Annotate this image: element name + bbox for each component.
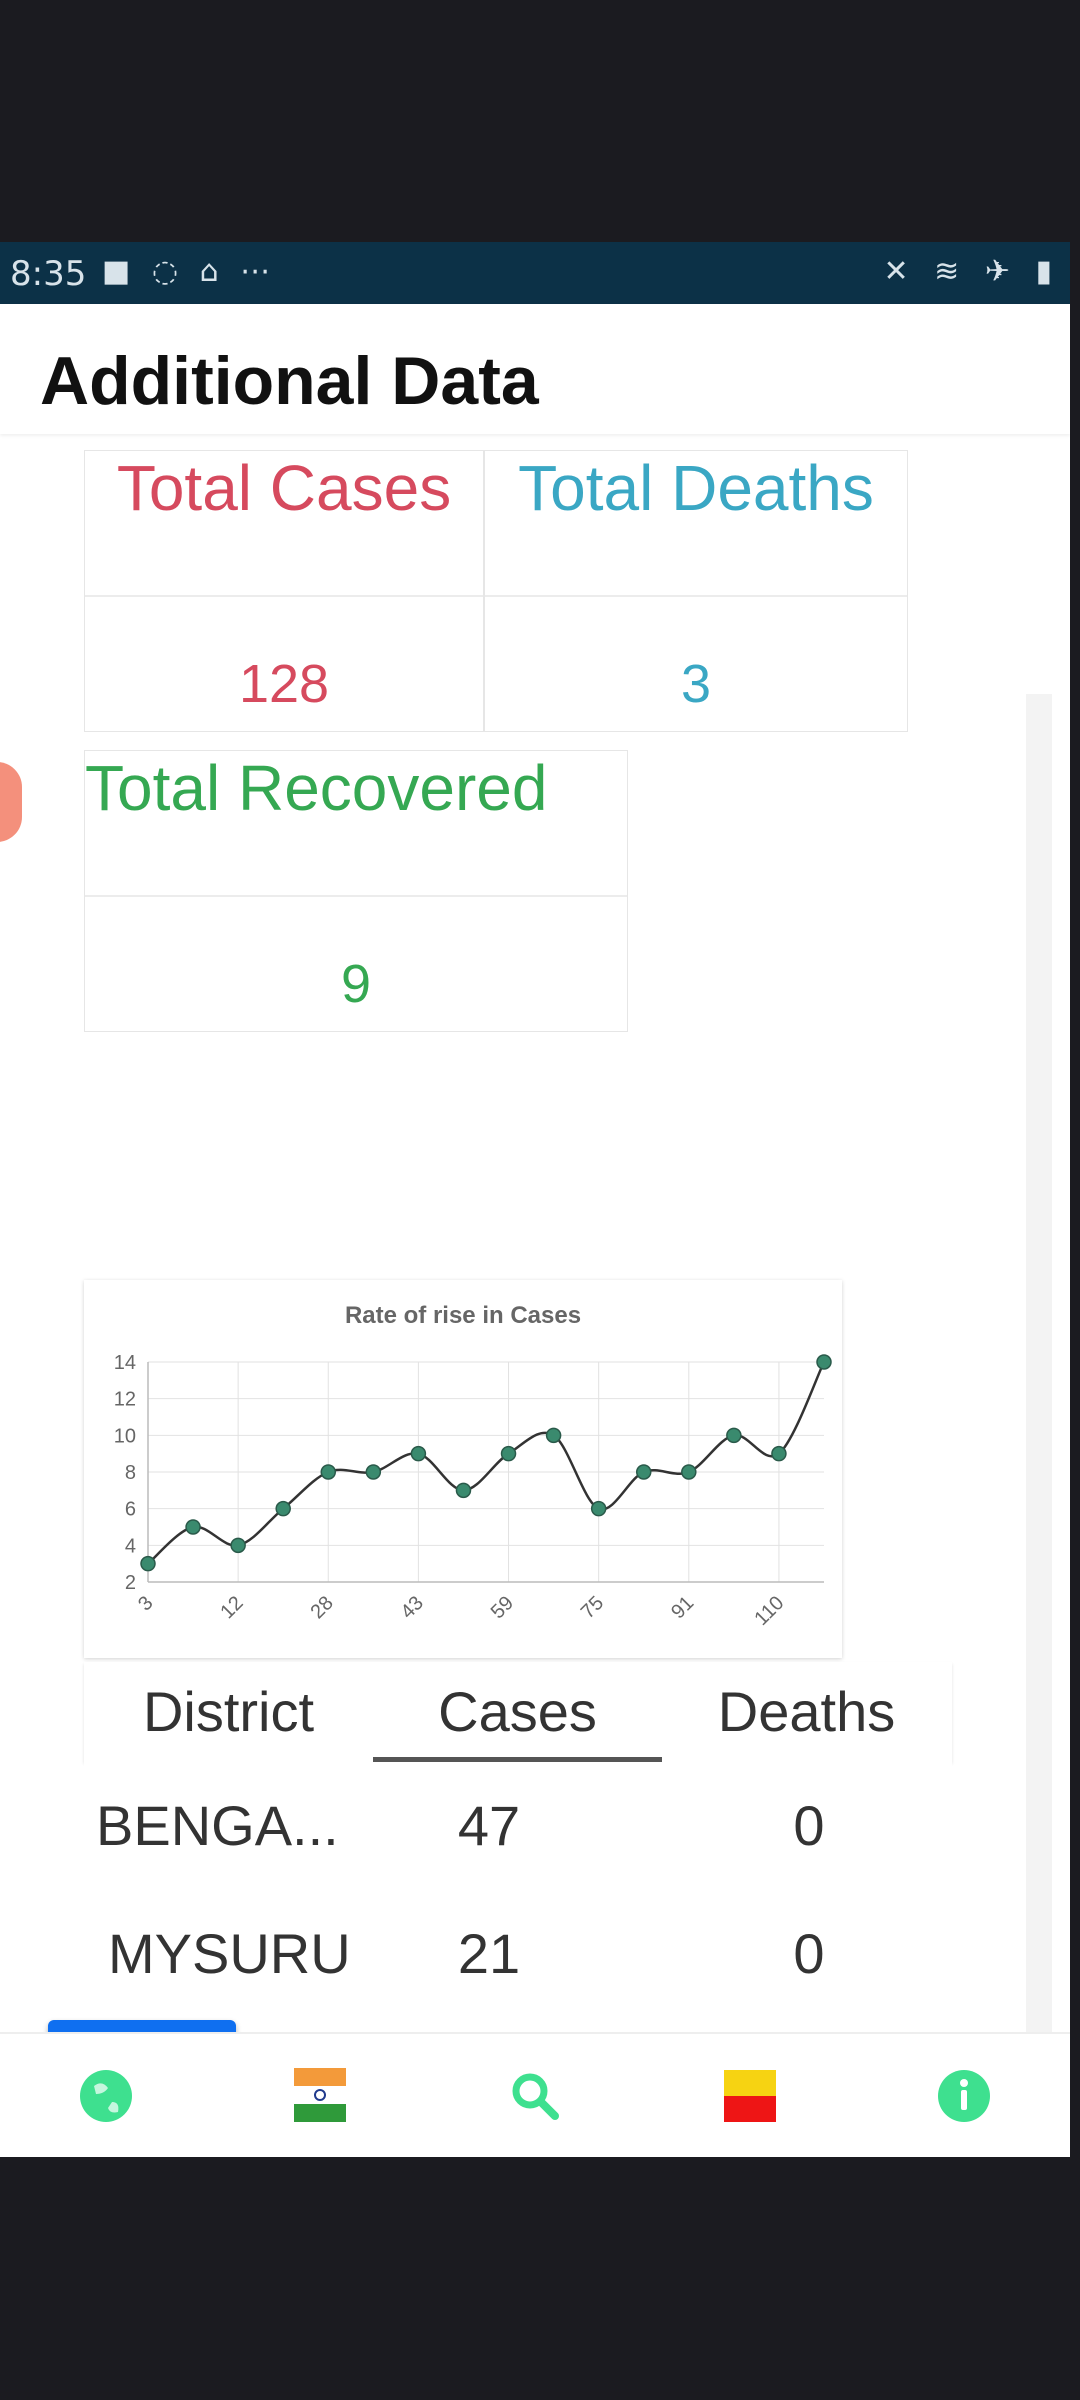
total-recovered-card: Total Recovered 9 xyxy=(84,750,628,1032)
x-tick-label: 12 xyxy=(216,1592,247,1623)
series-line xyxy=(147,1361,826,1565)
info-icon xyxy=(938,2070,990,2122)
data-point xyxy=(410,1445,427,1462)
data-point xyxy=(816,1354,832,1370)
nav-india[interactable] xyxy=(280,2056,360,2136)
status-bar: 8:35 ■ ◌ ⌂ ⋯ ✕ ≋ ✈ ▮ xyxy=(0,242,1070,304)
tab-deaths[interactable]: Deaths xyxy=(662,1662,951,1762)
total-cases-card: Total Cases 128 xyxy=(84,450,484,732)
district-cell: BENGA... xyxy=(96,1794,339,1857)
search-icon xyxy=(512,2073,559,2120)
data-point xyxy=(771,1445,787,1462)
x-tick-label: 59 xyxy=(487,1592,518,1623)
y-tick-label: 2 xyxy=(125,1572,136,1594)
data-point xyxy=(320,1464,337,1480)
data-point xyxy=(455,1482,472,1499)
data-point xyxy=(726,1427,742,1444)
x-tick-label: 28 xyxy=(307,1592,338,1623)
card-divider xyxy=(85,895,627,897)
data-point xyxy=(500,1445,517,1462)
y-tick-label: 4 xyxy=(125,1535,136,1557)
data-point xyxy=(275,1500,291,1517)
y-tick-label: 10 xyxy=(114,1425,136,1447)
data-point xyxy=(681,1464,697,1480)
card-divider xyxy=(485,595,907,597)
rate-of-rise-chart: Rate of rise in Cases 2 4 6 8 10 12 14 3 12 28 43 5… xyxy=(84,1280,842,1658)
deaths-cell: 0 xyxy=(793,1794,825,1857)
data-point xyxy=(635,1464,652,1480)
app-header: Additional Data xyxy=(0,304,1070,434)
status-time: 8:35 xyxy=(10,254,87,294)
india-flag-icon xyxy=(294,2068,346,2122)
y-tick-label: 6 xyxy=(125,1499,136,1521)
notification-icons: ■ ◌ ⌂ ⋯ xyxy=(102,254,277,289)
data-point xyxy=(230,1537,246,1554)
y-tick-label: 14 xyxy=(114,1352,136,1374)
district-cell: MYSURU xyxy=(108,1922,351,1985)
x-tick-label: 75 xyxy=(577,1592,608,1623)
karnataka-flag-icon xyxy=(724,2070,776,2122)
x-tick-label: 3 xyxy=(134,1592,157,1615)
x-tick-label: 91 xyxy=(667,1592,698,1623)
data-point xyxy=(545,1427,562,1444)
nav-info[interactable] xyxy=(924,2056,1004,2136)
phone-screen: 8:35 ■ ◌ ⌂ ⋯ ✕ ≋ ✈ ▮ Additional Data Tot… xyxy=(0,242,1070,2157)
total-recovered-value: 9 xyxy=(340,954,372,1014)
cases-cell: 21 xyxy=(457,1922,521,1985)
nav-search[interactable] xyxy=(495,2056,575,2136)
x-tick-label: 43 xyxy=(397,1592,428,1623)
total-recovered-label: Total Recovered xyxy=(85,752,548,824)
line-chart-svg: 2 4 6 8 10 12 14 3 12 28 43 59 75 91 110 xyxy=(114,1352,832,1630)
system-status-icons: ✕ ≋ ✈ ▮ xyxy=(883,254,1060,289)
total-cases-value: 128 xyxy=(238,654,330,714)
data-point xyxy=(365,1464,382,1480)
tab-cases[interactable]: Cases xyxy=(373,1662,662,1762)
cases-cell: 47 xyxy=(457,1794,521,1857)
total-cases-label: Total Cases xyxy=(116,452,452,524)
scroll-track[interactable] xyxy=(1026,694,1052,2157)
total-deaths-label: Total Deaths xyxy=(518,452,874,524)
card-divider xyxy=(85,595,483,597)
bottom-navigation xyxy=(0,2032,1070,2157)
total-deaths-value: 3 xyxy=(680,654,712,714)
tab-district[interactable]: District xyxy=(84,1662,373,1762)
nav-world[interactable] xyxy=(66,2056,146,2136)
data-point xyxy=(590,1500,607,1517)
total-deaths-card: Total Deaths 3 xyxy=(484,450,908,732)
table-row[interactable]: MYSURU 21 0 xyxy=(84,1890,952,2020)
table-header-tabs: District Cases Deaths xyxy=(84,1662,952,1762)
deaths-cell: 0 xyxy=(793,1922,825,1985)
globe-icon xyxy=(80,2070,132,2122)
data-point xyxy=(185,1519,201,1535)
y-tick-label: 12 xyxy=(114,1389,136,1411)
table-row[interactable]: BENGA... 47 0 xyxy=(84,1762,952,1892)
page-title: Additional Data xyxy=(40,343,539,419)
y-tick-label: 8 xyxy=(125,1462,136,1484)
floating-edge-handle[interactable] xyxy=(0,762,22,842)
x-tick-label: 110 xyxy=(750,1592,788,1630)
data-point xyxy=(140,1555,156,1572)
nav-karnataka[interactable] xyxy=(710,2056,790,2136)
